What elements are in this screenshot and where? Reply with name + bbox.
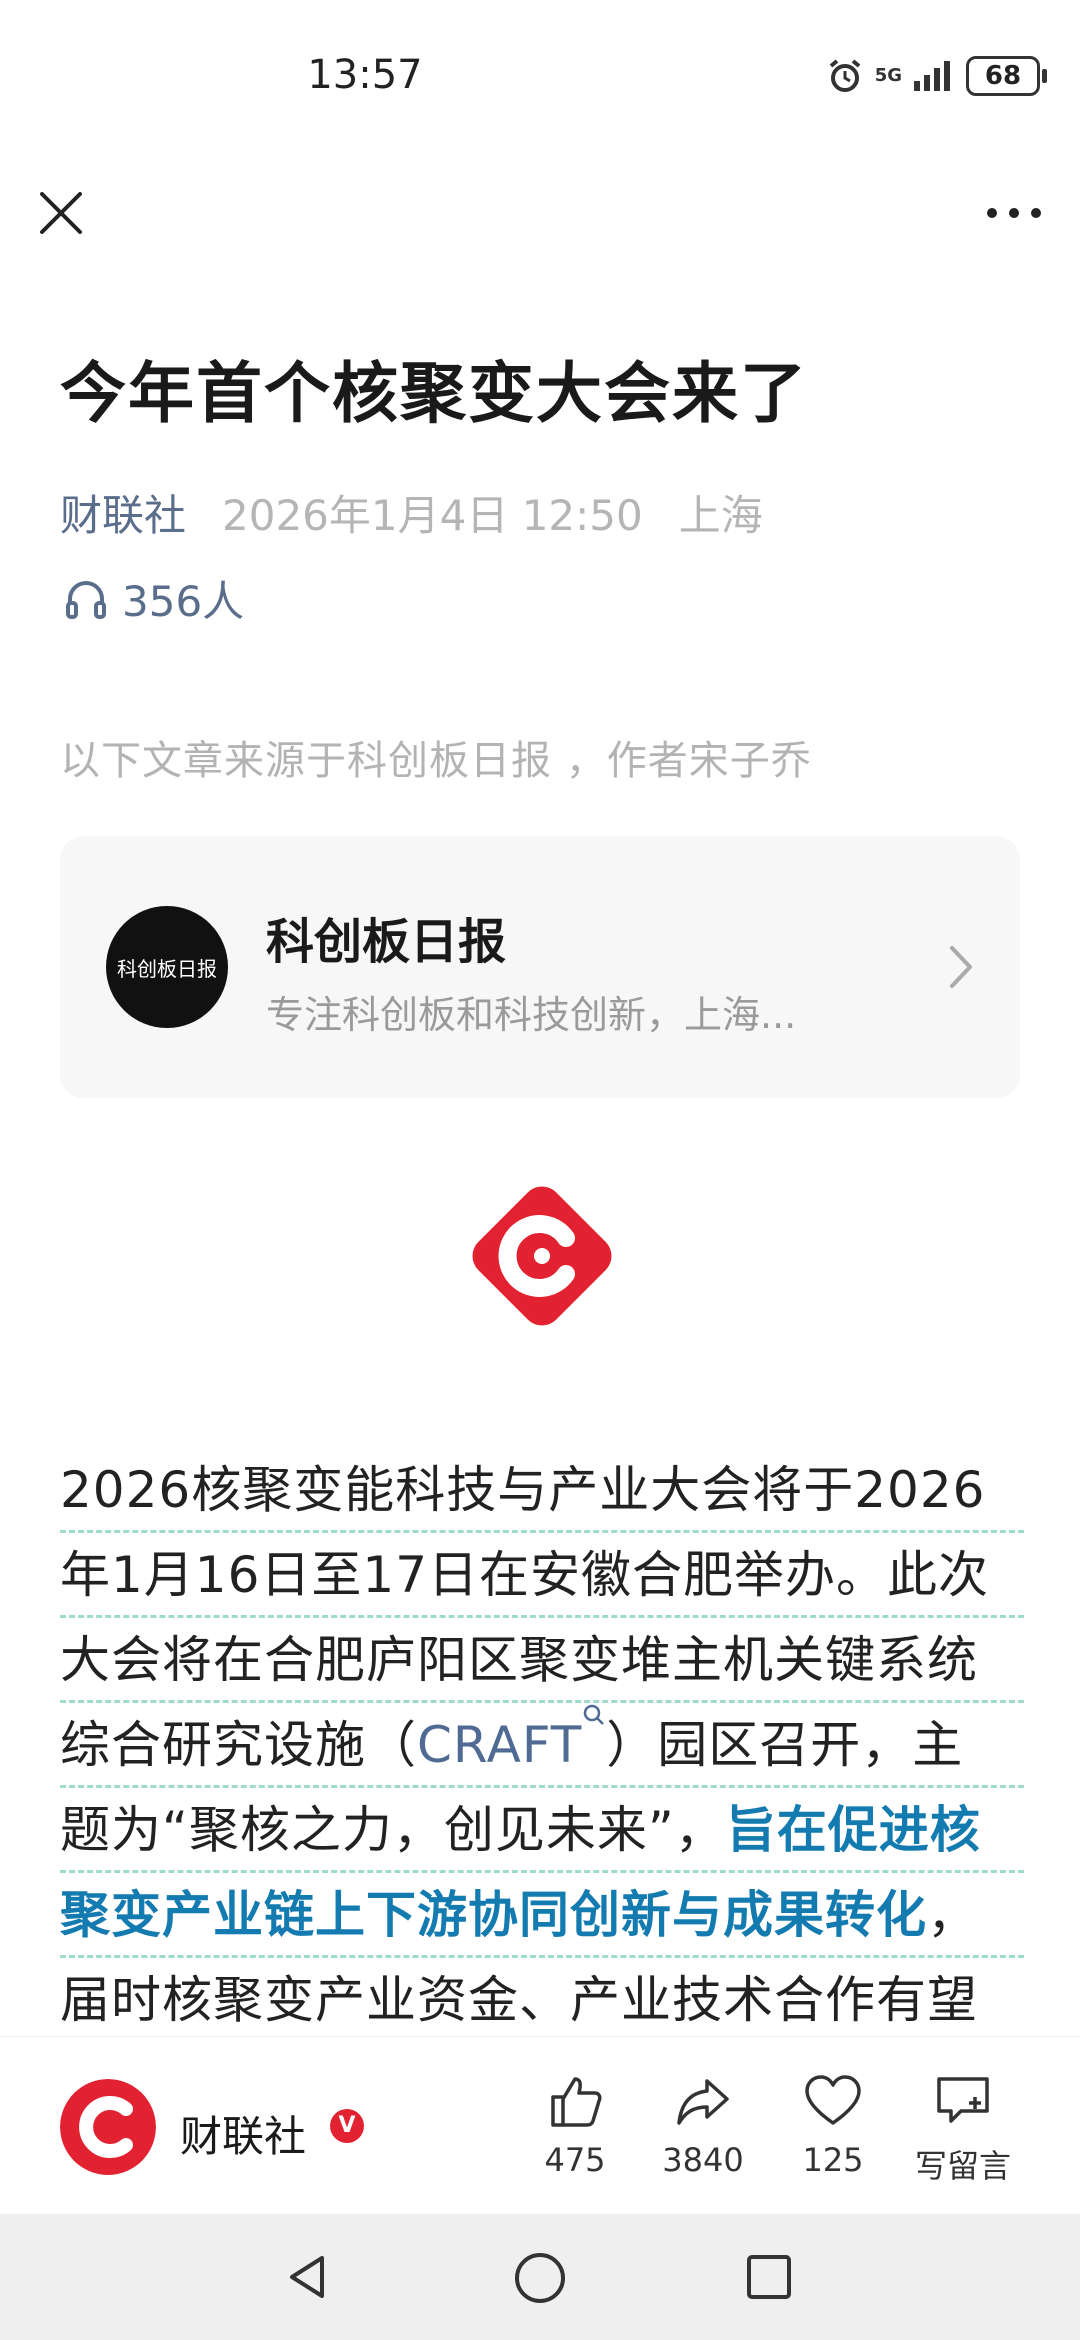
article-line: 届时核聚变产业资金、产业技术合作有望 (60, 1958, 1024, 2043)
highlight-text: 旨在促进核 (725, 1801, 981, 1859)
origin-note: 以下文章来源于科创板日报 ，作者宋子乔 (60, 738, 812, 784)
account-avatar: 科创板日报 (106, 906, 228, 1028)
status-time: 13:57 (307, 52, 423, 98)
article-body: 2026核聚变能科技与产业大会将于2026 年1月16日至17日在安徽合肥举办。… (60, 1448, 1024, 2043)
favorite-count: 125 (802, 2141, 864, 2179)
share-count: 3840 (662, 2141, 744, 2179)
keyword-link-craft[interactable]: CRAFT (417, 1716, 582, 1774)
status-icons: 5G 68 (827, 56, 1047, 96)
publish-date: 2026年1月4日 12:50 (222, 491, 643, 540)
close-icon[interactable] (36, 188, 86, 238)
comment-button[interactable]: 写留言 (908, 2071, 1018, 2187)
account-card[interactable]: 科创板日报 科创板日报 专注科创板和科技创新，上海... (60, 836, 1020, 1098)
system-nav-bar (0, 2214, 1080, 2340)
text-segment: ）园区召开，主 (606, 1716, 964, 1774)
verified-badge: V (330, 2109, 364, 2143)
article-meta: 财联社 2026年1月4日 12:50 上海 (60, 482, 763, 543)
text-segment: 综合研究设施（ (60, 1716, 417, 1774)
listen-button[interactable]: 356人 (64, 568, 244, 629)
like-count: 475 (544, 2141, 606, 2179)
article-line: 题为“聚核之力，创见未来”，旨在促进核 (60, 1788, 1024, 1873)
article-line: 大会将在合肥庐阳区聚变堆主机关键系统 (60, 1618, 1024, 1703)
highlight-text: 聚变产业链上下游协同创新与成果转化 (60, 1886, 927, 1944)
avatar-text: 科创板日报 (117, 956, 217, 981)
account-name-footer[interactable]: 财联社 (180, 2103, 306, 2164)
share-icon (677, 2079, 729, 2125)
text-segment: ， (927, 1886, 978, 1944)
battery-indicator: 68 (966, 56, 1047, 96)
article-line: 2026核聚变能科技与产业大会将于2026 (60, 1448, 1024, 1533)
comment-add-icon (937, 2077, 989, 2123)
article-line: 聚变产业链上下游协同创新与成果转化， (60, 1873, 1024, 1958)
account-name: 科创板日报 (266, 914, 507, 970)
back-icon[interactable] (282, 2252, 332, 2302)
more-options-icon[interactable] (984, 198, 1044, 228)
publish-location: 上海 (678, 491, 763, 540)
heart-icon (805, 2075, 861, 2125)
article-title: 今年首个核聚变大会来了 (60, 355, 808, 432)
account-logo-icon[interactable] (60, 2079, 156, 2175)
article-line: 综合研究设施（CRAFT ）园区召开，主 (60, 1703, 1024, 1788)
network-type: 5G (874, 65, 902, 86)
source-link[interactable]: 财联社 (60, 482, 186, 543)
bottom-action-bar: 财联社 V 475 3840 125 写留言 (0, 2036, 1080, 2215)
cls-logo-icon (472, 1186, 612, 1326)
listener-count: 356人 (122, 577, 245, 626)
home-icon[interactable] (512, 2250, 568, 2306)
text-segment: 题为“聚核之力，创见未来”， (60, 1801, 726, 1859)
chevron-right-icon (950, 946, 972, 988)
alarm-icon (829, 59, 860, 92)
account-description: 专注科创板和科技创新，上海... (266, 993, 797, 1037)
article-line: 年1月16日至17日在安徽合肥举办。此次 (60, 1533, 1024, 1618)
search-icon[interactable] (582, 1703, 606, 1727)
headphones-icon (66, 580, 106, 619)
thumbs-up-icon (551, 2077, 602, 2127)
recents-icon[interactable] (744, 2252, 794, 2302)
comment-label: 写留言 (914, 2147, 1011, 2185)
share-button[interactable]: 3840 (648, 2071, 758, 2179)
favorite-button[interactable]: 125 (778, 2071, 888, 2179)
like-button[interactable]: 475 (520, 2071, 630, 2179)
signal-icon (914, 61, 950, 91)
